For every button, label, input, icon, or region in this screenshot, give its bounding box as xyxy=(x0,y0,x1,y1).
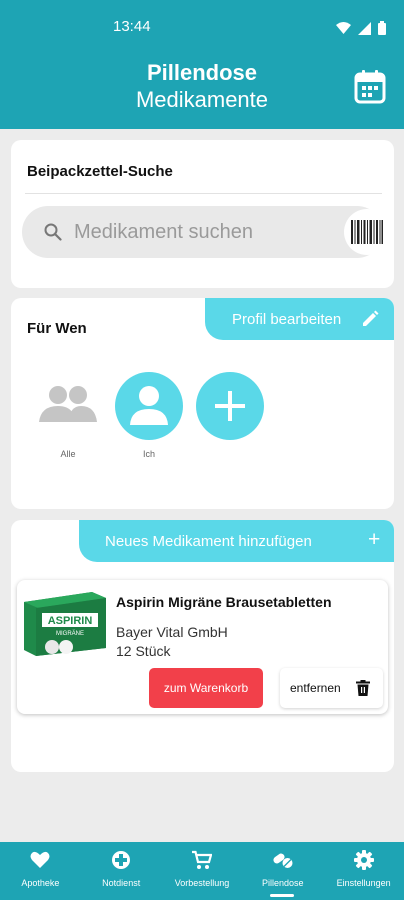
heart-icon xyxy=(30,851,50,868)
remove-label: entfernen xyxy=(290,681,341,695)
search-icon xyxy=(44,223,62,241)
plus-icon xyxy=(215,391,245,421)
page-subtitle: Medikamente xyxy=(135,87,269,112)
nav-label: Vorbestellung xyxy=(174,878,230,888)
medication-manufacturer: Bayer Vital GmbH xyxy=(116,624,228,640)
profile-card: Profil bearbeiten Für Wen Alle Ich xyxy=(11,298,394,509)
who-section-title: Für Wen xyxy=(27,320,87,337)
pencil-icon xyxy=(363,310,379,326)
signal-icon xyxy=(358,21,371,35)
add-to-cart-button[interactable]: zum Warenkorb xyxy=(149,668,263,708)
add-person-button[interactable] xyxy=(196,372,264,440)
nav-einstellungen[interactable]: Einstellungen xyxy=(323,842,404,900)
medication-image-subtitle: MIGRÄNE xyxy=(56,630,84,637)
medication-image-brand: ASPIRIN xyxy=(48,615,93,627)
gear-icon xyxy=(353,850,374,870)
nav-pillendose[interactable]: Pillendose xyxy=(242,842,323,900)
page-title: Pillendose xyxy=(146,60,258,85)
nav-label: Apotheke xyxy=(21,878,60,888)
search-placeholder: Medikament suchen xyxy=(74,221,253,243)
battery-icon xyxy=(378,21,386,35)
plus-icon: + xyxy=(368,528,381,551)
add-medication-button[interactable]: Neues Medikament hinzufügen + xyxy=(79,520,394,562)
status-icons xyxy=(336,21,386,35)
app-header: 13:44 Pillendose Medikamente xyxy=(0,0,404,129)
status-bar: 13:44 xyxy=(0,18,404,38)
cart-icon xyxy=(191,850,212,869)
medication-image: ASPIRIN MIGRÄNE xyxy=(24,592,106,656)
nav-label: Pillendose xyxy=(262,878,304,888)
active-indicator xyxy=(270,894,295,897)
group-icon xyxy=(39,386,97,422)
emergency-icon xyxy=(112,851,131,869)
add-medication-label: Neues Medikament hinzufügen xyxy=(105,533,312,550)
edit-profile-button[interactable]: Profil bearbeiten xyxy=(205,298,394,340)
calendar-button[interactable] xyxy=(354,70,386,104)
edit-profile-label: Profil bearbeiten xyxy=(232,311,342,328)
pills-icon xyxy=(273,853,293,868)
calendar-icon xyxy=(354,70,386,104)
search-section-title: Beipackzettel-Suche xyxy=(27,163,173,180)
search-card: Beipackzettel-Suche Medikament suchen xyxy=(11,140,394,288)
medications-card: Neues Medikament hinzufügen + ASPIRIN MI… xyxy=(11,520,394,772)
person-label: Ich xyxy=(142,449,155,459)
status-time: 13:44 xyxy=(113,18,151,35)
search-input[interactable]: Medikament suchen xyxy=(22,206,390,258)
user-icon xyxy=(130,386,168,425)
bottom-navigation: Apotheke Notdienst Vorbestellung Pillend… xyxy=(0,842,404,900)
medication-quantity: 12 Stück xyxy=(116,643,171,659)
wifi-icon xyxy=(336,22,351,34)
remove-button[interactable]: entfernen xyxy=(280,668,383,708)
nav-apotheke[interactable]: Apotheke xyxy=(0,842,81,900)
avatar xyxy=(115,372,183,440)
person-label: Alle xyxy=(60,449,76,459)
trash-icon xyxy=(356,680,370,696)
nav-vorbestellung[interactable]: Vorbestellung xyxy=(162,842,243,900)
divider xyxy=(25,193,382,194)
barcode-icon xyxy=(351,220,383,244)
nav-notdienst[interactable]: Notdienst xyxy=(81,842,162,900)
nav-label: Notdienst xyxy=(102,878,141,888)
medication-item[interactable]: ASPIRIN MIGRÄNE Aspirin Migräne Brauseta… xyxy=(17,580,388,714)
barcode-scan-button[interactable] xyxy=(344,209,390,255)
medication-name: Aspirin Migräne Brausetabletten xyxy=(116,594,332,610)
nav-label: Einstellungen xyxy=(336,878,391,888)
